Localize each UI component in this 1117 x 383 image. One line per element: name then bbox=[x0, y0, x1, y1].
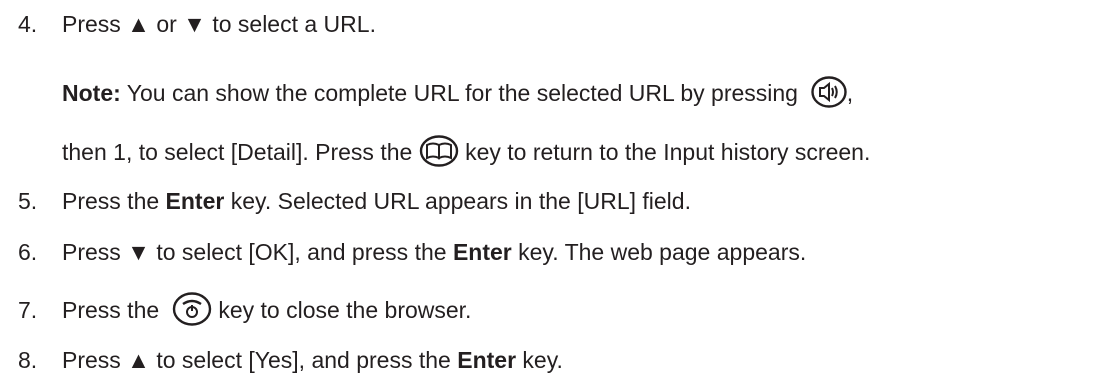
step-number: 6. bbox=[18, 239, 38, 265]
note-text: You can show the complete URL for the se… bbox=[120, 80, 798, 106]
book-key-icon bbox=[419, 135, 459, 167]
step-number: 7. bbox=[18, 297, 38, 323]
power-key-icon bbox=[172, 292, 212, 326]
enter-key-label: Enter bbox=[165, 188, 225, 214]
note-text-3: key to return to the Input history scree… bbox=[465, 139, 871, 165]
note-text-2: then 1, to select [Detail]. Press the bbox=[62, 139, 413, 165]
enter-key-label: Enter bbox=[457, 347, 517, 373]
speaker-key-icon bbox=[811, 76, 847, 108]
note-comma: , bbox=[846, 80, 854, 106]
step-text: Press ▲ or ▼ to select a URL. bbox=[62, 11, 376, 37]
enter-key-label: Enter bbox=[452, 239, 512, 265]
step-number: 5. bbox=[18, 188, 38, 214]
step-number: 4. bbox=[18, 11, 38, 37]
step-number: 8. bbox=[18, 347, 38, 373]
note-label: Note: bbox=[62, 80, 121, 106]
